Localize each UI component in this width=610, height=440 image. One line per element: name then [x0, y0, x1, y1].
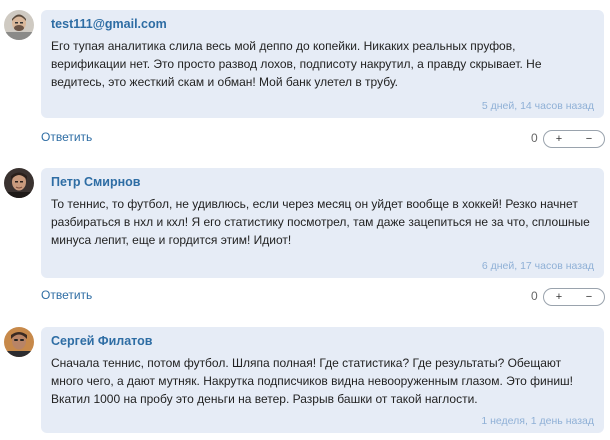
comment-timestamp: 6 дней, 17 часов назад: [481, 260, 594, 272]
vote-control: + −: [543, 130, 605, 148]
comment-author[interactable]: Сергей Филатов: [51, 333, 592, 349]
avatar[interactable]: [4, 168, 34, 198]
reply-link[interactable]: Ответить: [41, 130, 92, 144]
comment-author[interactable]: Петр Смирнов: [51, 174, 592, 190]
comment-text: Его тупая аналитика слила весь мой деппо…: [51, 39, 542, 89]
comments-feed: test111@gmail.com Его тупая аналитика сл…: [0, 0, 610, 440]
vote-control: + −: [543, 288, 605, 306]
comment-text: Сначала теннис, потом футбол. Шляпа полн…: [51, 356, 573, 406]
downvote-button[interactable]: −: [582, 289, 596, 305]
downvote-button[interactable]: −: [582, 131, 596, 147]
comment-timestamp: 5 дней, 14 часов назад: [481, 100, 594, 112]
comment-bubble: test111@gmail.com Его тупая аналитика сл…: [41, 10, 604, 118]
upvote-button[interactable]: +: [552, 131, 566, 147]
reply-link[interactable]: Ответить: [41, 288, 92, 302]
avatar[interactable]: [4, 327, 34, 357]
user-photo-icon: [4, 327, 34, 357]
user-photo-icon: [4, 10, 34, 40]
comment-bubble: Сергей Филатов Сначала теннис, потом фут…: [41, 327, 604, 433]
comment-author[interactable]: test111@gmail.com: [51, 16, 592, 32]
comment-timestamp: 1 неделя, 1 день назад: [481, 415, 594, 427]
avatar[interactable]: [4, 10, 34, 40]
comment-text: То теннис, то футбол, не удивлюсь, если …: [51, 197, 590, 247]
comment-bubble: Петр Смирнов То теннис, то футбол, не уд…: [41, 168, 604, 278]
vote-score: 0: [531, 131, 538, 145]
upvote-button[interactable]: +: [552, 289, 566, 305]
vote-score: 0: [531, 289, 538, 303]
user-photo-icon: [4, 168, 34, 198]
